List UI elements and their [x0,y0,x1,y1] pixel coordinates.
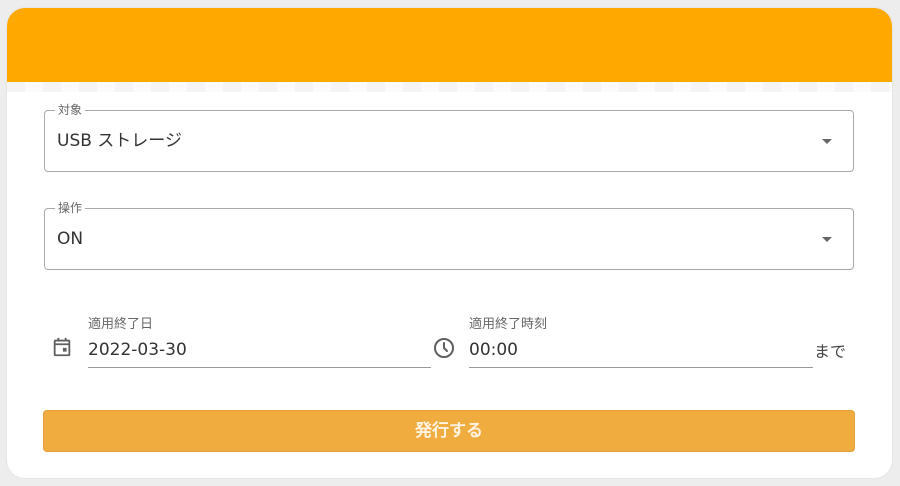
issue-form-card: 対象 USB ストレージ 操作 ON 適用終了日 2022-03-30 適用終了… [7,8,892,478]
issue-button[interactable]: 発行する [43,410,855,452]
end-time-value[interactable]: 00:00 [469,338,518,362]
operation-value: ON [57,229,84,249]
chevron-down-icon [822,237,832,242]
target-label: 対象 [55,102,86,118]
card-header [7,8,892,82]
clock-icon[interactable] [432,336,456,360]
target-select[interactable]: 対象 USB ストレージ [44,102,854,172]
end-date-label: 適用終了日 [88,317,154,332]
chevron-down-icon [822,139,832,144]
end-time-label: 適用終了時刻 [469,317,548,332]
end-time-field[interactable]: 適用終了時刻 00:00 [469,316,813,368]
operation-label: 操作 [55,200,86,216]
target-value: USB ストレージ [57,131,182,151]
end-date-value[interactable]: 2022-03-30 [88,338,187,362]
operation-select[interactable]: 操作 ON [44,200,854,270]
until-label: まで [814,342,847,361]
end-date-field[interactable]: 適用終了日 2022-03-30 [88,316,431,368]
header-divider [7,82,892,92]
calendar-icon[interactable] [51,336,73,358]
